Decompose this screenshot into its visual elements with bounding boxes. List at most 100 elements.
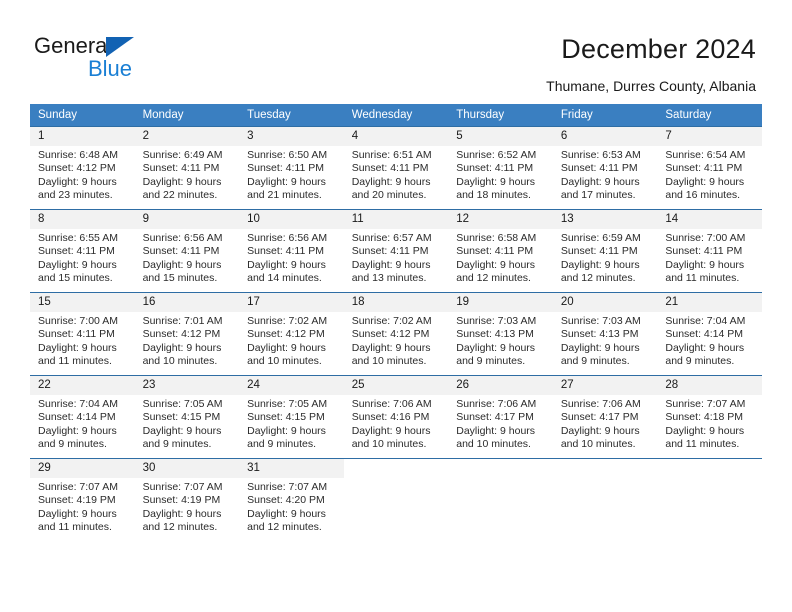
day-number: 8 [30, 210, 135, 229]
day-details: Sunrise: 6:54 AM Sunset: 4:11 PM Dayligh… [657, 146, 762, 203]
day-details: Sunrise: 7:03 AM Sunset: 4:13 PM Dayligh… [553, 312, 658, 369]
day-cell[interactable]: 2 Sunrise: 6:49 AM Sunset: 4:11 PM Dayli… [134, 126, 240, 210]
day-cell[interactable]: 9 Sunrise: 6:56 AM Sunset: 4:11 PM Dayli… [134, 209, 240, 293]
calendar-week-row: 8 Sunrise: 6:55 AM Sunset: 4:11 PM Dayli… [30, 209, 762, 293]
day-cell[interactable]: 27 Sunrise: 7:06 AM Sunset: 4:17 PM Dayl… [552, 375, 658, 459]
daylight-text-line1: Daylight: 9 hours [142, 175, 222, 188]
day-number: 15 [30, 293, 135, 312]
day-cell[interactable]: 11 Sunrise: 6:57 AM Sunset: 4:11 PM Dayl… [343, 209, 449, 293]
sunset-text: Sunset: 4:15 PM [247, 411, 325, 424]
day-cell[interactable]: 31 Sunrise: 7:07 AM Sunset: 4:20 PM Dayl… [239, 458, 344, 541]
day-cell[interactable]: 7 Sunrise: 6:54 AM Sunset: 4:11 PM Dayli… [657, 126, 762, 210]
daylight-text-line1: Daylight: 9 hours [247, 507, 326, 520]
calendar-week-row: 22 Sunrise: 7:04 AM Sunset: 4:14 PM Dayl… [30, 375, 762, 459]
day-details: Sunrise: 6:57 AM Sunset: 4:11 PM Dayligh… [344, 229, 449, 286]
day-cell[interactable]: 4 Sunrise: 6:51 AM Sunset: 4:11 PM Dayli… [343, 126, 449, 210]
sunset-text: Sunset: 4:20 PM [247, 494, 325, 507]
daylight-text-line1: Daylight: 9 hours [351, 424, 431, 437]
logo-text-blue: Blue [88, 56, 133, 81]
sunrise-text: Sunrise: 7:06 AM [560, 398, 641, 410]
sunset-text: Sunset: 4:14 PM [38, 411, 116, 424]
day-cell[interactable]: 12 Sunrise: 6:58 AM Sunset: 4:11 PM Dayl… [448, 209, 553, 293]
day-details: Sunrise: 6:59 AM Sunset: 4:11 PM Dayligh… [553, 229, 658, 286]
daylight-text-line1: Daylight: 9 hours [665, 175, 745, 188]
sunrise-text: Sunrise: 7:05 AM [247, 398, 328, 410]
weekday-header-saturday: Saturday [657, 104, 762, 127]
sunset-text: Sunset: 4:15 PM [142, 411, 221, 424]
day-cell[interactable]: 26 Sunrise: 7:06 AM Sunset: 4:17 PM Dayl… [448, 375, 553, 459]
day-cell[interactable]: 8 Sunrise: 6:55 AM Sunset: 4:11 PM Dayli… [30, 209, 135, 293]
daylight-text-line1: Daylight: 9 hours [247, 175, 326, 188]
page-title: December 2024 [561, 34, 756, 64]
day-details: Sunrise: 6:56 AM Sunset: 4:11 PM Dayligh… [239, 229, 344, 286]
sunrise-text: Sunrise: 6:54 AM [665, 149, 746, 161]
day-number: 23 [134, 376, 240, 395]
sunrise-text: Sunrise: 6:58 AM [456, 232, 537, 244]
sunrise-text: Sunrise: 7:01 AM [142, 315, 223, 327]
day-cell[interactable]: 24 Sunrise: 7:05 AM Sunset: 4:15 PM Dayl… [239, 375, 344, 459]
daylight-text-line1: Daylight: 9 hours [38, 424, 117, 437]
calendar-body: 1 Sunrise: 6:48 AM Sunset: 4:12 PM Dayli… [30, 126, 762, 541]
weekday-header-thursday: Thursday [448, 104, 553, 127]
day-cell[interactable]: 6 Sunrise: 6:53 AM Sunset: 4:11 PM Dayli… [552, 126, 658, 210]
sunset-text: Sunset: 4:11 PM [142, 162, 220, 175]
sunset-text: Sunset: 4:16 PM [351, 411, 430, 424]
day-details: Sunrise: 7:07 AM Sunset: 4:19 PM Dayligh… [135, 478, 240, 535]
day-cell[interactable]: 5 Sunrise: 6:52 AM Sunset: 4:11 PM Dayli… [448, 126, 553, 210]
day-cell[interactable]: 20 Sunrise: 7:03 AM Sunset: 4:13 PM Dayl… [552, 292, 658, 376]
day-details: Sunrise: 6:50 AM Sunset: 4:11 PM Dayligh… [239, 146, 344, 203]
daylight-text-line2: and 11 minutes. [38, 355, 112, 368]
daylight-text-line1: Daylight: 9 hours [560, 341, 640, 354]
sunset-text: Sunset: 4:14 PM [665, 328, 744, 341]
daylight-text-line1: Daylight: 9 hours [665, 341, 745, 354]
day-cell[interactable]: 18 Sunrise: 7:02 AM Sunset: 4:12 PM Dayl… [343, 292, 449, 376]
sunset-text: Sunset: 4:11 PM [560, 162, 638, 175]
day-cell[interactable]: 16 Sunrise: 7:01 AM Sunset: 4:12 PM Dayl… [134, 292, 240, 376]
sunset-text: Sunset: 4:11 PM [247, 162, 324, 175]
day-cell[interactable]: 10 Sunrise: 6:56 AM Sunset: 4:11 PM Dayl… [239, 209, 344, 293]
day-cell[interactable]: 14 Sunrise: 7:00 AM Sunset: 4:11 PM Dayl… [657, 209, 762, 293]
daylight-text-line1: Daylight: 9 hours [38, 341, 117, 354]
daylight-text-line1: Daylight: 9 hours [247, 341, 326, 354]
day-cell[interactable]: 30 Sunrise: 7:07 AM Sunset: 4:19 PM Dayl… [134, 458, 240, 541]
generalblue-logo[interactable]: General Blue [34, 33, 234, 85]
sunset-text: Sunset: 4:11 PM [560, 245, 638, 258]
day-cell[interactable]: 25 Sunrise: 7:06 AM Sunset: 4:16 PM Dayl… [343, 375, 449, 459]
day-details: Sunrise: 6:52 AM Sunset: 4:11 PM Dayligh… [448, 146, 553, 203]
daylight-text-line1: Daylight: 9 hours [38, 258, 117, 271]
day-details: Sunrise: 6:48 AM Sunset: 4:12 PM Dayligh… [30, 146, 135, 203]
day-cell[interactable]: 21 Sunrise: 7:04 AM Sunset: 4:14 PM Dayl… [657, 292, 762, 376]
day-details: Sunrise: 7:02 AM Sunset: 4:12 PM Dayligh… [344, 312, 449, 369]
day-cell[interactable]: 19 Sunrise: 7:03 AM Sunset: 4:13 PM Dayl… [448, 292, 553, 376]
daylight-text-line1: Daylight: 9 hours [560, 258, 640, 271]
sunrise-text: Sunrise: 6:50 AM [247, 149, 328, 161]
day-cell[interactable]: 1 Sunrise: 6:48 AM Sunset: 4:12 PM Dayli… [30, 126, 135, 210]
sunset-text: Sunset: 4:11 PM [665, 245, 743, 258]
sunrise-text: Sunrise: 6:49 AM [142, 149, 223, 161]
sunrise-text: Sunrise: 7:05 AM [142, 398, 223, 410]
daylight-text-line1: Daylight: 9 hours [38, 507, 117, 520]
calendar-week-row: 15 Sunrise: 7:00 AM Sunset: 4:11 PM Dayl… [30, 292, 762, 376]
day-cell[interactable]: 29 Sunrise: 7:07 AM Sunset: 4:19 PM Dayl… [30, 458, 135, 541]
day-number: 17 [239, 293, 344, 312]
daylight-text-line2: and 9 minutes. [456, 355, 526, 368]
daylight-text-line2: and 9 minutes. [38, 438, 107, 451]
day-details: Sunrise: 6:55 AM Sunset: 4:11 PM Dayligh… [30, 229, 135, 286]
sunset-text: Sunset: 4:11 PM [665, 162, 743, 175]
day-cell[interactable]: 28 Sunrise: 7:07 AM Sunset: 4:18 PM Dayl… [657, 375, 762, 459]
daylight-text-line1: Daylight: 9 hours [142, 258, 222, 271]
day-cell[interactable]: 22 Sunrise: 7:04 AM Sunset: 4:14 PM Dayl… [30, 375, 135, 459]
sunrise-sunset-calendar: Sunday Monday Tuesday Wednesday Thursday… [30, 104, 762, 541]
daylight-text-line2: and 10 minutes. [456, 438, 531, 451]
day-cell[interactable]: 3 Sunrise: 6:50 AM Sunset: 4:11 PM Dayli… [239, 126, 344, 210]
day-number: 14 [657, 210, 762, 229]
sunrise-text: Sunrise: 7:02 AM [247, 315, 328, 327]
day-cell[interactable]: 13 Sunrise: 6:59 AM Sunset: 4:11 PM Dayl… [552, 209, 658, 293]
day-cell[interactable]: 15 Sunrise: 7:00 AM Sunset: 4:11 PM Dayl… [30, 292, 135, 376]
day-cell[interactable]: 17 Sunrise: 7:02 AM Sunset: 4:12 PM Dayl… [239, 292, 344, 376]
day-cell[interactable]: 23 Sunrise: 7:05 AM Sunset: 4:15 PM Dayl… [134, 375, 240, 459]
day-number [553, 459, 658, 465]
day-number: 5 [448, 127, 553, 146]
sunset-text: Sunset: 4:12 PM [351, 328, 430, 341]
day-cell-empty [552, 458, 658, 541]
